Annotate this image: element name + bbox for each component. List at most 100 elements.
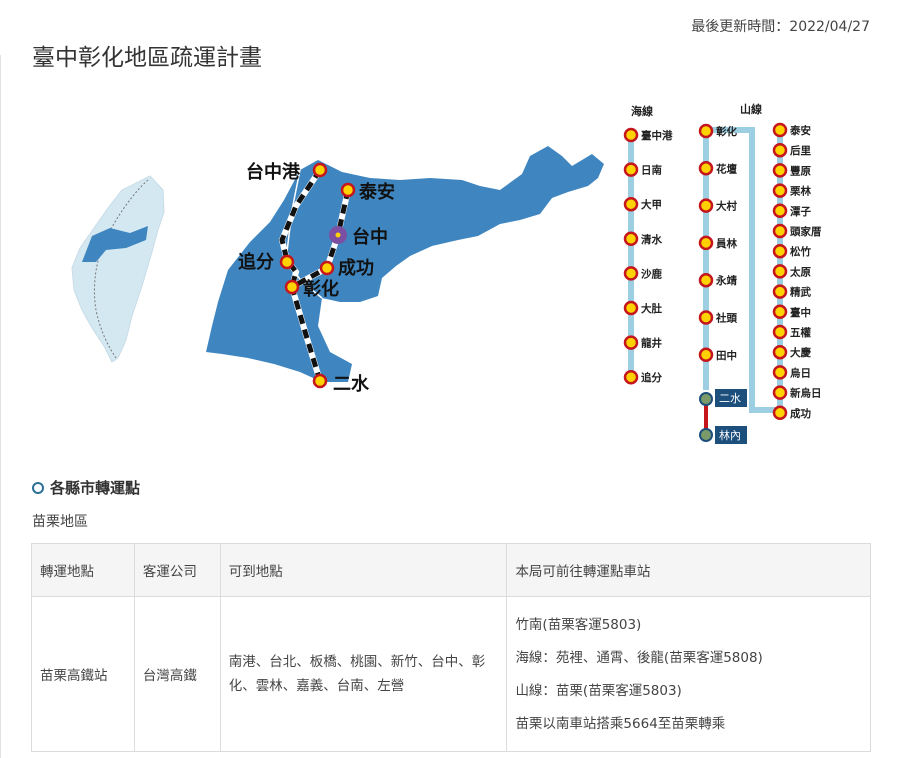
- line-station-marker: [698, 347, 714, 363]
- line-station-marker: [772, 385, 788, 400]
- label-taichung: 台中: [352, 226, 388, 248]
- transfer-table: 轉運地點 客運公司 可到地點 本局可前往轉運點車站 苗栗高鐵站 台灣高鐵 南港、…: [31, 543, 871, 752]
- label-ershui: 二水: [333, 373, 370, 395]
- line-station-marker: [623, 196, 639, 212]
- line-station-marker: [772, 243, 788, 259]
- label-chenggong: 成功: [338, 257, 374, 279]
- line-station-marker: [698, 198, 714, 213]
- line-station-marker: [623, 162, 639, 177]
- line-station-marker: [623, 369, 639, 385]
- line-station-marker: [698, 272, 714, 288]
- line-station-label: 大肚: [641, 302, 662, 315]
- map-svg: 台中港 泰安 台中 追分 成功 彰化 二水 海線 山線 臺中港日南大甲清水沙鹿大…: [71, 102, 822, 444]
- cell-location: 苗栗高鐵站: [31, 596, 135, 752]
- label-taichung-port: 台中港: [246, 161, 301, 183]
- badge-linnei-label: 林內: [719, 428, 741, 442]
- line-station-marker: [772, 223, 788, 239]
- cell-stations: 竹南(苗栗客運5803) 海線：苑裡、通霄、後龍(苗栗客運5808) 山線：苗栗…: [506, 596, 871, 752]
- stop-line: 山線：苗栗(苗栗客運5803): [515, 682, 682, 699]
- line-station-label: 沙鹿: [641, 267, 662, 280]
- ershui-linnei-link: [704, 402, 708, 432]
- station-changhua: [284, 279, 300, 295]
- line-station-label: 新烏日: [790, 387, 822, 400]
- table-row: 苗栗高鐵站 台灣高鐵 南港、台北、板橋、桃園、新竹、台中、彰化、雲林、嘉義、台南…: [31, 596, 871, 752]
- col-destinations: 可到地點: [219, 543, 508, 597]
- line-station-label: 社頭: [715, 312, 737, 325]
- line-station-label: 臺中: [790, 306, 811, 319]
- circle-bullet-icon: [32, 481, 44, 494]
- line-station-marker: [772, 304, 788, 320]
- line-station-marker: [698, 161, 714, 176]
- line-station-label: 花壇: [716, 162, 737, 175]
- line-station-label: 臺中港: [641, 129, 673, 142]
- label-changhua: 彰化: [303, 278, 339, 300]
- station-linnei-transfer: [699, 428, 713, 442]
- line-station-label: 栗林: [790, 185, 811, 198]
- col-location: 轉運地點: [31, 543, 135, 597]
- line-station-label: 大村: [716, 200, 737, 213]
- line-station-label: 泰安: [789, 124, 811, 137]
- line-station-label: 彰化: [716, 125, 737, 138]
- line-station-marker: [772, 365, 788, 380]
- line-station-marker: [623, 300, 639, 316]
- line-station-label: 松竹: [790, 245, 811, 258]
- line-station-marker: [698, 235, 714, 251]
- line-station-marker: [772, 324, 788, 340]
- stop-line: 苗栗以南車站搭乘5664至苗栗轉乘: [515, 715, 726, 732]
- line-station-label: 烏日: [790, 366, 811, 379]
- line-station-label: 精武: [790, 286, 811, 299]
- line-station-marker: [623, 266, 639, 281]
- line-station-marker: [698, 310, 714, 325]
- station-chenggong: [319, 260, 335, 276]
- station-ershui-transfer: [699, 392, 713, 406]
- col-stations: 本局可前往轉運點車站: [506, 543, 871, 597]
- transit-map: 台中港 泰安 台中 追分 成功 彰化 二水 海線 山線 臺中港 日南 大甲 清水 沙鹿大…: [0, 90, 902, 450]
- label-zhuifen: 追分: [238, 251, 274, 273]
- line-station-marker: [623, 127, 639, 143]
- cell-destinations: 南港、台北、板橋、桃園、新竹、台中、彰化、雲林、嘉義、台南、左營: [219, 596, 508, 752]
- line-station-marker: [772, 142, 788, 158]
- line-station-label: 后里: [790, 144, 811, 157]
- station-zhuifen: [279, 254, 295, 270]
- label-taian: 泰安: [358, 181, 395, 203]
- line-station-label: 成功: [790, 407, 811, 420]
- stop-line: 海線：苑裡、通霄、後龍(苗栗客運5808): [515, 649, 763, 666]
- mountain-line-stations-east: 泰安后里豐原栗林潭子頭家厝松竹太原精武臺中五權大慶烏日新烏日成功: [772, 122, 822, 421]
- line-station-label: 大甲: [641, 198, 662, 211]
- line-station-marker: [623, 231, 639, 247]
- line-station-label: 太原: [789, 265, 811, 278]
- badge-ershui-label: 二水: [719, 392, 741, 405]
- last-updated: 最後更新時間：2022/04/27: [691, 19, 870, 35]
- line-station-label: 大慶: [790, 346, 811, 359]
- line-station-label: 龍井: [641, 337, 662, 350]
- line-station-marker: [772, 203, 788, 219]
- line-station-label: 清水: [641, 233, 662, 246]
- cell-company: 台灣高鐵: [133, 596, 221, 752]
- line-station-label: 追分: [641, 371, 662, 384]
- station-ershui: [312, 373, 328, 389]
- line-station-label: 豐原: [790, 164, 811, 177]
- line-station-label: 五權: [790, 326, 811, 339]
- line-station-label: 田中: [716, 349, 737, 362]
- line-station-label: 日南: [641, 164, 662, 177]
- line-station-marker: [772, 284, 788, 299]
- line-station-marker: [772, 122, 788, 138]
- line-station-label: 頭家厝: [790, 225, 822, 238]
- col-company: 客運公司: [133, 543, 221, 597]
- section-heading-text: 各縣市轉運點: [50, 479, 141, 497]
- stop-line: 竹南(苗栗客運5803): [515, 616, 642, 633]
- station-taian: [340, 182, 356, 198]
- line-station-marker: [772, 163, 788, 178]
- sea-line-title: 海線: [631, 104, 653, 118]
- taiwan-outline: [71, 175, 165, 363]
- line-station-marker: [772, 344, 788, 360]
- line-station-marker: [623, 335, 639, 350]
- line-station-label: 潭子: [790, 205, 811, 218]
- line-station-label: 員林: [715, 237, 737, 250]
- station-taichung-hub-dot: [335, 232, 341, 238]
- section-heading: 各縣市轉運點: [32, 477, 140, 498]
- line-station-marker: [772, 264, 788, 279]
- table-header-row: 轉運地點 客運公司 可到地點 本局可前往轉運點車站: [31, 543, 871, 597]
- region-title: 苗栗地區: [32, 514, 88, 530]
- station-taichung-port: [312, 162, 328, 178]
